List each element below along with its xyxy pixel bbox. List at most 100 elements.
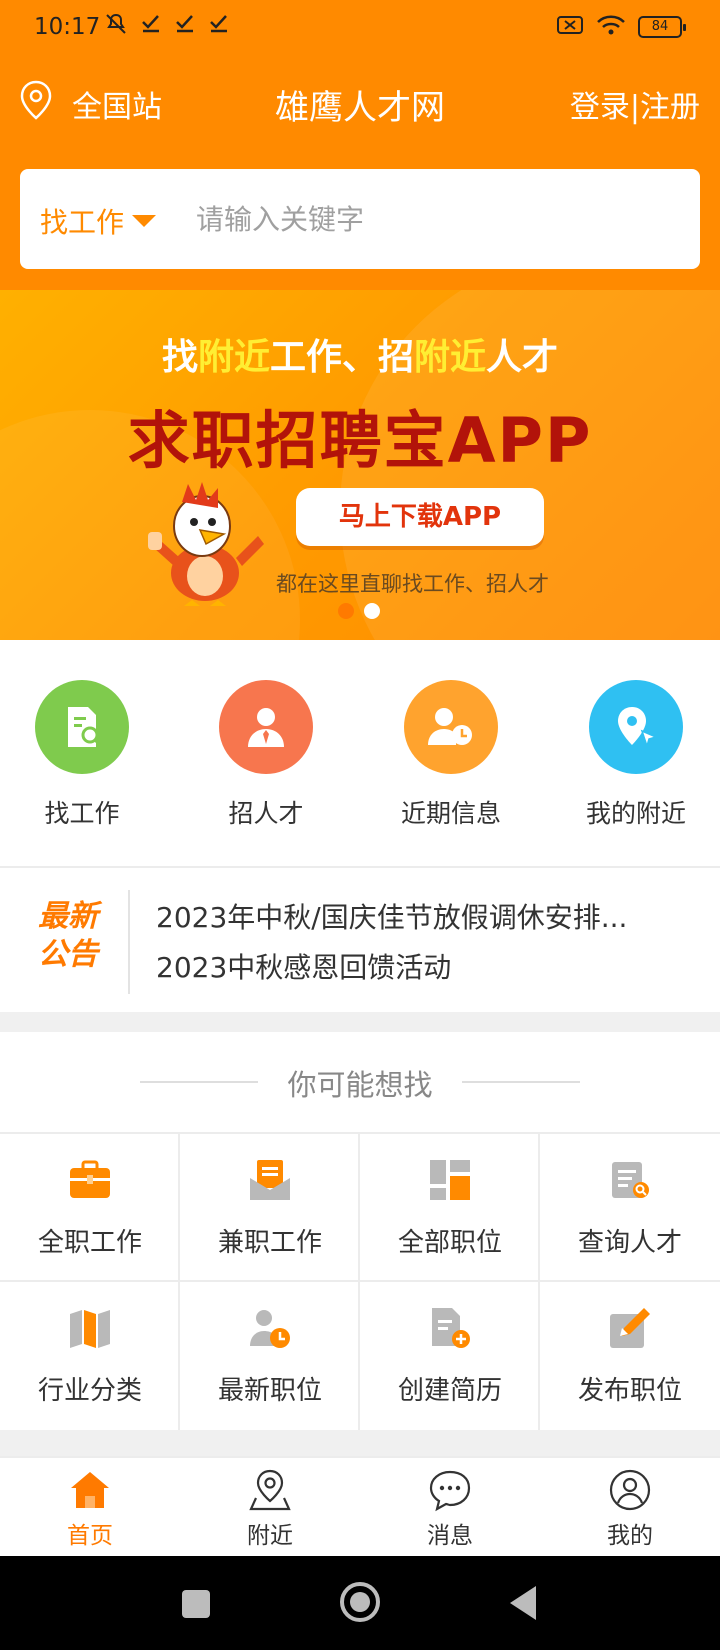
- header: 10:17 84 全国站 雄鹰人才网 登录|注册 找工作 请输入关键字: [0, 0, 720, 290]
- divider: [128, 890, 130, 994]
- nav-label: 附近: [247, 1523, 293, 1549]
- top-bar: 全国站 雄鹰人才网 登录|注册: [0, 70, 720, 130]
- nav-profile[interactable]: 我的: [540, 1468, 720, 1550]
- wifi-icon: [596, 14, 626, 40]
- check-icon: [174, 12, 196, 42]
- nav-label: 我的: [607, 1523, 653, 1549]
- search-type-dropdown[interactable]: 找工作: [40, 201, 157, 241]
- grid-item-search-talent[interactable]: 查询人才: [540, 1134, 720, 1282]
- quick-link-label: 招人才: [228, 799, 304, 828]
- notice-item[interactable]: 2023年中秋/国庆佳节放假调休安排...: [156, 896, 686, 936]
- document-add-icon: [428, 1306, 472, 1350]
- nav-label: 消息: [427, 1523, 473, 1549]
- nearby-location-icon: [589, 680, 683, 774]
- status-bar: 10:17 84: [0, 0, 720, 56]
- banner-title: 求职招聘宝APP: [127, 404, 593, 477]
- grid-item-label: 查询人才: [577, 1228, 682, 1258]
- grid-item-label: 创建简历: [397, 1376, 502, 1406]
- user-icon: [608, 1468, 652, 1512]
- no-sim-icon: [556, 14, 584, 40]
- quick-link-find-job[interactable]: 找工作: [12, 680, 152, 830]
- nav-nearby[interactable]: 附近: [180, 1468, 360, 1550]
- notice-item[interactable]: 2023中秋感恩回馈活动: [156, 946, 686, 986]
- latest-notice: 最新 公告 2023年中秋/国庆佳节放假调休安排... 2023中秋感恩回馈活动: [0, 870, 720, 1012]
- quick-link-label: 我的附近: [585, 799, 686, 828]
- grid-item-label: 全部职位: [397, 1228, 502, 1258]
- chat-bubble-icon: [428, 1468, 472, 1512]
- tagline-highlight: 附近: [414, 337, 487, 378]
- status-notification-icons: [104, 12, 230, 42]
- notice-badge-line: 公告: [38, 937, 98, 972]
- nav-home[interactable]: 首页: [0, 1468, 180, 1550]
- grid-item-label: 发布职位: [577, 1376, 682, 1406]
- grid-item-label: 行业分类: [37, 1376, 142, 1406]
- grid-blocks-icon: [428, 1158, 472, 1202]
- nav-messages[interactable]: 消息: [360, 1468, 540, 1550]
- tagline-highlight: 附近: [197, 337, 270, 378]
- tagline-part: 找: [161, 337, 198, 378]
- nav-label: 首页: [67, 1523, 113, 1549]
- login-register-link[interactable]: 登录|注册: [570, 82, 700, 126]
- briefcase-icon: [68, 1158, 112, 1202]
- battery-indicator: 84: [638, 16, 686, 38]
- grid-item-parttime[interactable]: 兼职工作: [180, 1134, 360, 1282]
- search-bar: 找工作: [20, 169, 700, 269]
- grid-item-all-jobs[interactable]: 全部职位: [360, 1134, 540, 1282]
- divider: [462, 1081, 580, 1083]
- search-document-icon: [608, 1158, 652, 1202]
- section-separator: [0, 1430, 720, 1456]
- section-separator: [0, 1012, 720, 1032]
- carousel-dots: [338, 603, 380, 619]
- check-icon: [140, 12, 162, 42]
- envelope-doc-icon: [248, 1158, 292, 1202]
- notice-badge-line: 最新: [38, 899, 98, 934]
- quick-link-nearby[interactable]: 我的附近: [566, 680, 706, 830]
- grid-item-post-job[interactable]: 发布职位: [540, 1282, 720, 1430]
- promo-banner[interactable]: 找附近工作、招附近人才 求职招聘宝APP 马上下载APP 都在这里直聊找工作、招…: [0, 290, 720, 640]
- edit-pen-icon: [608, 1306, 652, 1350]
- person-clock-icon: [248, 1306, 292, 1350]
- grid-item-label: 兼职工作: [217, 1228, 322, 1258]
- banner-tagline: 找附近工作、招附近人才: [0, 328, 720, 380]
- grid-item-industry[interactable]: 行业分类: [0, 1282, 180, 1430]
- mute-icon: [104, 12, 128, 42]
- quick-link-label: 找工作: [44, 799, 120, 828]
- eagle-mascot-icon: [140, 478, 270, 608]
- grid-item-latest-jobs[interactable]: 最新职位: [180, 1282, 360, 1430]
- recent-info-icon: [404, 680, 498, 774]
- status-system-icons: 84: [556, 14, 686, 40]
- status-time: 10:17: [34, 14, 101, 40]
- back-button[interactable]: [510, 1586, 536, 1620]
- search-input[interactable]: [196, 197, 676, 241]
- check-icon: [208, 12, 230, 42]
- tagline-part: 人才: [486, 337, 559, 378]
- system-navigation-bar: [0, 1556, 720, 1650]
- notice-badge: 最新 公告: [18, 898, 118, 974]
- map-pin-icon: [248, 1468, 292, 1512]
- grid-item-create-resume[interactable]: 创建简历: [360, 1282, 540, 1430]
- recruit-icon: [219, 680, 313, 774]
- carousel-dot[interactable]: [364, 603, 380, 619]
- tagline-part: 工作、招: [269, 337, 414, 378]
- category-grid: 全职工作 兼职工作 全部职位 查询人才 行业分类 最新职位 创建简历 发布职位: [0, 1132, 720, 1430]
- quick-link-recruit[interactable]: 招人才: [196, 680, 336, 830]
- quick-link-label: 近期信息: [400, 799, 501, 828]
- home-button[interactable]: [340, 1582, 380, 1622]
- quick-links: 找工作 招人才 近期信息 我的附近: [0, 640, 720, 868]
- grid-item-fulltime[interactable]: 全职工作: [0, 1134, 180, 1282]
- chevron-down-icon: [132, 215, 157, 227]
- grid-item-label: 全职工作: [37, 1228, 142, 1258]
- bottom-navigation: 首页 附近 消息 我的: [0, 1456, 720, 1556]
- carousel-dot[interactable]: [338, 603, 354, 619]
- want-section-header: 你可能想找: [0, 1032, 720, 1132]
- find-job-icon: [35, 680, 129, 774]
- search-type-label: 找工作: [40, 206, 125, 239]
- quick-link-recent-info[interactable]: 近期信息: [381, 680, 521, 830]
- home-icon: [68, 1468, 112, 1512]
- section-title: 你可能想找: [287, 1068, 433, 1102]
- banner-subtitle: 都在这里直聊找工作、招人才: [276, 572, 549, 596]
- grid-item-label: 最新职位: [217, 1376, 322, 1406]
- download-app-button[interactable]: 马上下载APP: [296, 488, 544, 546]
- recent-apps-button[interactable]: [182, 1590, 210, 1618]
- map-folds-icon: [68, 1306, 112, 1350]
